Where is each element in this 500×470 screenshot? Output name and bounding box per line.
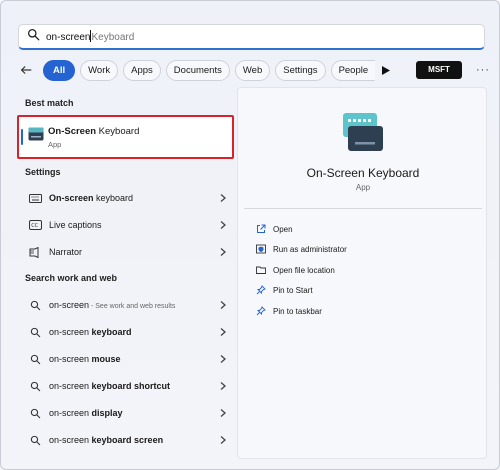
filter-bar: All Work Apps Documents Web Settings Peo…: [19, 59, 489, 81]
web-result-3[interactable]: on-screen keyboard shortcut: [17, 375, 232, 397]
best-match-heading: Best match: [25, 98, 74, 108]
chevron-right-icon: [220, 301, 226, 309]
start-search-panel: on-screenKeyboard All Work Apps Document…: [0, 0, 500, 470]
keyboard-app-icon: [28, 127, 44, 146]
keyboard-app-large-icon: [342, 112, 384, 157]
filter-documents[interactable]: Documents: [165, 59, 230, 81]
search-autocomplete-hint: Keyboard: [91, 32, 135, 43]
detail-app-name: On-Screen Keyboard: [306, 166, 420, 180]
action-open[interactable]: Open: [256, 222, 293, 236]
search-icon: [28, 298, 42, 312]
web-result-0[interactable]: on-screen - See work and web results: [17, 294, 232, 316]
web-result-label: on-screen mouse: [49, 354, 121, 364]
folder-icon: [256, 265, 266, 275]
web-result-label: on-screen keyboard screen: [49, 435, 164, 445]
org-badge[interactable]: MSFT: [416, 61, 462, 79]
web-result-label: on-screen display: [49, 408, 123, 418]
search-icon: [27, 28, 40, 46]
filter-apps[interactable]: Apps: [123, 59, 161, 81]
selection-indicator: [21, 129, 23, 145]
filter-web[interactable]: Web: [234, 59, 271, 81]
chevron-right-icon: [220, 248, 226, 256]
search-query[interactable]: on-screenKeyboard: [46, 30, 134, 43]
action-pin-to-start[interactable]: Pin to Start: [256, 283, 313, 297]
search-icon: [28, 352, 42, 366]
chevron-right-icon: [220, 382, 226, 390]
divider: [244, 208, 482, 209]
filter-settings[interactable]: Settings: [275, 59, 326, 81]
chevron-right-icon: [220, 328, 226, 336]
chevron-right-icon: [220, 436, 226, 444]
best-match-item[interactable]: On-Screen Keyboard App: [17, 115, 234, 159]
back-arrow-icon[interactable]: [19, 61, 33, 79]
captions-icon: CC: [28, 218, 42, 232]
search-box[interactable]: on-screenKeyboard: [18, 24, 485, 50]
more-filters-arrow-icon[interactable]: [382, 64, 391, 76]
best-match-name: On-Screen Keyboard: [48, 126, 140, 137]
settings-item-onscreen-keyboard[interactable]: On-screen keyboard: [17, 187, 232, 209]
chevron-right-icon: [220, 355, 226, 363]
best-match-type: App: [48, 140, 62, 149]
pin-icon: [256, 285, 266, 295]
keyboard-icon: [28, 191, 42, 205]
more-options-icon[interactable]: ···: [476, 64, 490, 76]
web-result-5[interactable]: on-screen keyboard screen: [17, 429, 232, 451]
filter-people[interactable]: People: [330, 59, 376, 81]
search-icon: [28, 406, 42, 420]
svg-text:CC: CC: [31, 223, 38, 229]
chevron-right-icon: [220, 409, 226, 417]
narrator-icon: [28, 245, 42, 259]
action-open-file-location[interactable]: Open file location: [256, 263, 335, 277]
search-icon: [28, 379, 42, 393]
filter-all[interactable]: All: [43, 59, 76, 81]
settings-item-label: Narrator: [49, 247, 83, 257]
web-result-label: on-screen keyboard shortcut: [49, 381, 171, 391]
settings-item-label: On-screen keyboard: [49, 193, 134, 203]
web-result-4[interactable]: on-screen display: [17, 402, 232, 424]
settings-item-narrator[interactable]: Narrator: [17, 241, 232, 263]
filter-work[interactable]: Work: [80, 59, 119, 81]
web-result-label: on-screen keyboard: [49, 327, 132, 337]
action-run-as-admin[interactable]: Run as administrator: [256, 242, 347, 256]
settings-item-label: Live captions: [49, 220, 102, 230]
detail-app-type: App: [355, 183, 371, 192]
chevron-right-icon: [220, 194, 226, 202]
web-result-2[interactable]: on-screen mouse: [17, 348, 232, 370]
settings-item-live-captions[interactable]: CC Live captions: [17, 214, 232, 236]
shield-icon: [256, 244, 266, 254]
web-result-1[interactable]: on-screen keyboard: [17, 321, 232, 343]
settings-heading: Settings: [25, 167, 61, 177]
search-icon: [28, 325, 42, 339]
search-icon: [28, 433, 42, 447]
app-detail-pane: On-Screen Keyboard App Open Run as admin…: [237, 87, 487, 459]
pin-icon: [256, 306, 266, 316]
chevron-right-icon: [220, 221, 226, 229]
work-web-heading: Search work and web: [25, 273, 118, 283]
action-pin-to-taskbar[interactable]: Pin to taskbar: [256, 304, 322, 318]
open-icon: [256, 224, 266, 234]
web-result-label: on-screen - See work and web results: [49, 300, 176, 310]
